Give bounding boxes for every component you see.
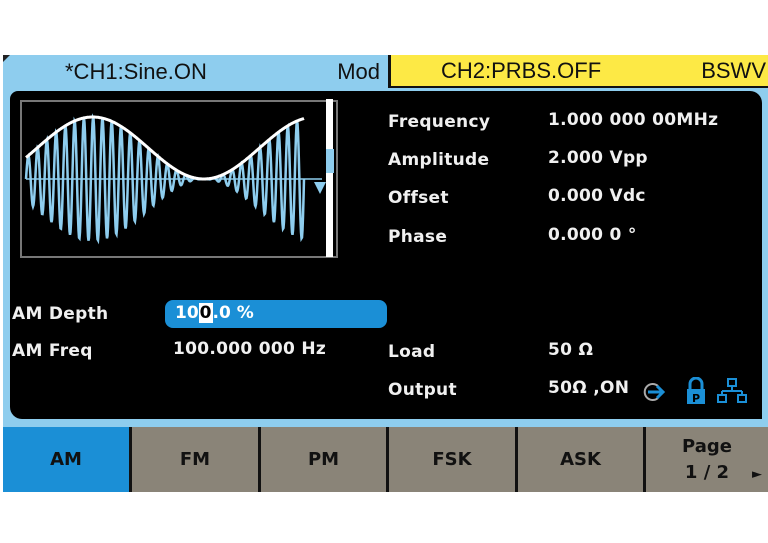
trigger-marker-icon [314,182,326,194]
frequency-value[interactable]: 1.000 000 00MHz [548,110,718,130]
page-indicator: Page 1 / 2 [682,434,732,486]
ch2-tab[interactable]: CH2:PRBS.OFF BSWV [388,55,768,88]
offset-value[interactable]: 0.000 Vdc [548,186,646,206]
ch1-mode: Mod [337,59,380,84]
softkey-pm[interactable]: PM [258,427,386,492]
softkey-label: ASK [560,449,601,470]
next-page-arrow-icon: ► [752,467,762,482]
amplitude-label: Amplitude [388,150,490,170]
lock-icon: P [687,377,705,405]
svg-text:P: P [692,392,700,405]
softkey-bar: AM FM PM FSK ASK Page 1 / 2 ► [3,427,768,492]
amplitude-value[interactable]: 2.000 Vpp [548,148,648,168]
load-label: Load [388,342,436,362]
ch1-tab[interactable]: *CH1:Sine.ON Mod [3,55,386,90]
output-arrow-icon [643,383,666,401]
am-freq-value[interactable]: 100.000 000 Hz [173,339,326,359]
phase-value[interactable]: 0.000 0 ° [548,225,637,245]
am-depth-label: AM Depth [12,304,109,324]
softkey-page[interactable]: Page 1 / 2 ► [643,427,768,492]
ch2-title: CH2:PRBS.OFF [441,58,602,83]
offset-label: Offset [388,188,449,208]
softkey-label: FSK [432,449,472,470]
phase-label: Phase [388,227,448,247]
frequency-label: Frequency [388,112,491,132]
carrier-trace [24,113,306,245]
am-depth-field[interactable]: 100.0 % [165,300,387,328]
scrollbar-thumb[interactable] [326,149,334,173]
load-value[interactable]: 50 Ω [548,340,593,360]
softkey-fm[interactable]: FM [129,427,258,492]
page-number: 1 / 2 [684,461,730,483]
softkey-ask[interactable]: ASK [515,427,643,492]
main-panel: Frequency 1.000 000 00MHz Amplitude 2.00… [10,91,762,419]
page-label: Page [682,435,732,457]
softkey-am[interactable]: AM [3,427,129,492]
output-label: Output [388,380,457,400]
am-freq-label: AM Freq [12,341,93,361]
softkey-label: PM [307,449,340,470]
edit-cursor: 0 [198,303,213,323]
output-value[interactable]: 50Ω ,ON [548,378,629,398]
ch1-title: *CH1:Sine.ON [65,59,207,84]
waveform-preview [20,100,338,258]
ch2-mode: BSWV [701,58,766,83]
softkey-label: FM [179,449,211,470]
softkey-label: AM [50,449,82,470]
am-depth-value: 100.0 % [175,303,254,323]
am-waveform-icon [24,113,326,245]
tab-corner [3,55,10,62]
softkey-fsk[interactable]: FSK [386,427,515,492]
network-icon [717,378,747,403]
scrollbar[interactable] [326,99,333,257]
